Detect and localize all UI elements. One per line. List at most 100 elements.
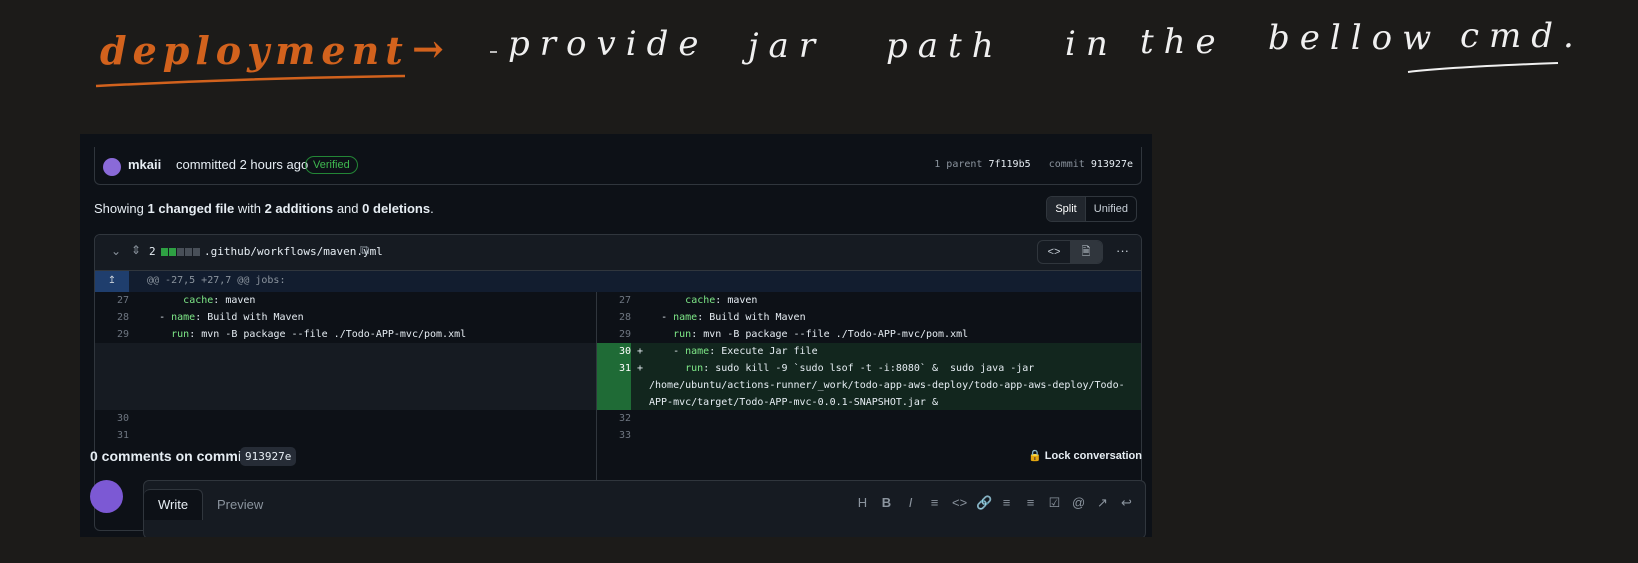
author-avatar[interactable]	[103, 158, 121, 176]
file-view-buttons: <> 🗎	[1037, 240, 1103, 264]
line-number[interactable]: 31	[597, 363, 631, 374]
code-key: name	[685, 346, 710, 357]
link-icon[interactable]: 🔗	[976, 495, 992, 511]
mention-icon[interactable]: @	[1072, 495, 1085, 511]
parent-label: 1 parent	[934, 159, 983, 170]
italic-icon[interactable]: I	[904, 495, 917, 511]
quote-icon[interactable]: ≡	[928, 495, 941, 511]
copy-icon[interactable]: ⧉	[360, 242, 369, 258]
file-header: ⌄ ⇕ 2 .github/workflows/maven.yml ⧉ <> 🗎…	[95, 235, 1141, 271]
code-value: : maven	[715, 295, 758, 306]
bulleted-list-icon[interactable]: ≡	[1000, 495, 1013, 511]
empty-gap	[95, 343, 596, 410]
added-sign: +	[637, 363, 644, 374]
line-number[interactable]: 30	[95, 413, 129, 424]
reference-icon[interactable]: ↗	[1096, 495, 1109, 511]
collapse-chevron-icon[interactable]: ⌄	[111, 244, 121, 258]
line-number[interactable]: 27	[597, 295, 631, 306]
diffstat-blocks	[161, 248, 200, 256]
reply-icon[interactable]: ↩	[1120, 495, 1133, 511]
summary-showing: Showing	[94, 201, 144, 216]
diff-line: 27 cache: maven	[95, 292, 596, 309]
verified-badge[interactable]: Verified	[305, 156, 358, 174]
diff-line: 27 cache: maven	[597, 292, 1141, 309]
summary-additions: 2 additions	[264, 201, 334, 216]
code-key: name	[673, 312, 698, 323]
split-view-button[interactable]: Split	[1047, 197, 1086, 221]
line-number[interactable]: 29	[95, 329, 129, 340]
line-code-wrap: APP-mvc/target/Todo-APP-mvc-0.0.1-SNAPSH…	[649, 397, 938, 408]
hunk-header: ↥ @@ -27,5 +27,7 @@ jobs:	[95, 271, 1141, 292]
summary-and: and	[336, 201, 359, 216]
numbered-list-icon[interactable]: ≡	[1024, 495, 1037, 511]
diff-line: 28 - name: Build with Maven	[95, 309, 596, 326]
annotation-word-in: in	[1065, 24, 1118, 64]
commit-sha: 913927e	[1090, 159, 1133, 170]
commit-label: commit	[1048, 159, 1085, 170]
line-code-wrap: /home/ubuntu/actions-runner/_work/todo-a…	[649, 380, 1125, 391]
line-code: - name: Build with Maven	[637, 312, 806, 323]
unified-view-button[interactable]: Unified	[1086, 197, 1136, 221]
annotation-word-jar: jar	[748, 26, 826, 66]
task-list-icon[interactable]: ☑	[1048, 495, 1061, 511]
annotation-arrow: →	[412, 26, 450, 71]
line-code: - name: Execute Jar file	[649, 346, 818, 357]
expand-up-icon[interactable]: ↥	[95, 271, 129, 292]
line-code: cache: maven	[135, 295, 255, 306]
diff-line: 31	[95, 427, 596, 444]
file-name[interactable]: .github/workflows/maven.yml	[204, 245, 383, 258]
source-view-icon[interactable]: <>	[1038, 241, 1070, 263]
line-number[interactable]: 28	[597, 312, 631, 323]
rich-view-icon[interactable]: 🗎	[1070, 241, 1102, 263]
annotation-word-bellow: bellow	[1268, 18, 1442, 58]
line-code: - name: Build with Maven	[135, 312, 304, 323]
lock-conversation-button[interactable]: 🔒 Lock conversation	[1028, 449, 1142, 462]
handwritten-annotation: deployment → provide jar path in the bel…	[0, 0, 1638, 130]
diff-line: 33	[597, 427, 1141, 444]
code-value: : Build with Maven	[697, 312, 806, 323]
code-indent: -	[649, 346, 686, 357]
annotation-word-provide: provide	[508, 24, 709, 64]
code-value: : mvn -B package --file ./Todo-APP-mvc/p…	[691, 329, 969, 340]
bold-icon[interactable]: B	[880, 495, 893, 511]
comments-heading: 0 comments on commit	[90, 448, 247, 464]
line-number[interactable]: 32	[597, 413, 631, 424]
code-key: cache	[685, 295, 716, 306]
code-indent: -	[637, 312, 674, 323]
line-code: run: sudo kill -9 `sudo lsof -t -i:8080`…	[649, 363, 1034, 374]
more-options-icon[interactable]: ···	[1116, 243, 1129, 258]
code-key: run	[673, 329, 692, 340]
user-avatar[interactable]	[90, 480, 123, 513]
code-icon[interactable]: <>	[952, 495, 967, 511]
expand-all-icon[interactable]: ⇕	[131, 243, 141, 257]
diff-line: 32	[597, 410, 1141, 427]
code-value: : mvn -B package --file ./Todo-APP-mvc/p…	[189, 329, 467, 340]
heading-icon[interactable]: H	[856, 495, 869, 511]
line-code: run: mvn -B package --file ./Todo-APP-mv…	[135, 329, 466, 340]
line-number[interactable]: 31	[95, 430, 129, 441]
code-key: cache	[183, 295, 214, 306]
line-number[interactable]: 30	[597, 346, 631, 357]
line-number[interactable]: 33	[597, 430, 631, 441]
lock-label: Lock conversation	[1044, 450, 1142, 462]
diff-line: 30	[95, 410, 596, 427]
parent-sha[interactable]: 7f119b5	[988, 159, 1030, 170]
commit-time: committed 2 hours ago	[176, 157, 309, 172]
summary-with: with	[237, 201, 261, 216]
write-tab[interactable]: Write	[144, 489, 204, 520]
line-number[interactable]: 29	[597, 329, 631, 340]
line-number[interactable]: 28	[95, 312, 129, 323]
diff-line: 29 run: mvn -B package --file ./Todo-APP…	[597, 326, 1141, 343]
line-number[interactable]: 27	[95, 295, 129, 306]
summary-files: 1 changed file	[147, 201, 235, 216]
author-name[interactable]: mkaii	[128, 157, 161, 172]
diff-view-toggle: Split Unified	[1046, 196, 1137, 222]
preview-tab[interactable]: Preview	[217, 497, 263, 512]
markdown-toolbar: H B I ≡ <> 🔗 ≡ ≡ ☑ @ ↗ ↩	[856, 495, 1133, 511]
code-value: : maven	[213, 295, 256, 306]
hunk-text: @@ -27,5 +27,7 @@ jobs:	[147, 275, 286, 286]
